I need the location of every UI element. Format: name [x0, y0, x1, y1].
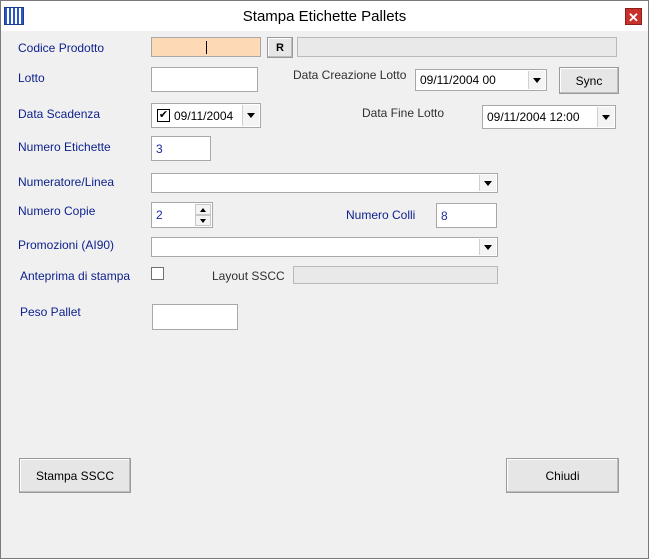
numeratore-linea-label: Numeratore/Linea	[18, 175, 115, 189]
data-fine-lotto-picker[interactable]: 09/11/2004 12:00	[482, 105, 616, 129]
promozioni-select[interactable]	[151, 237, 498, 257]
data-creazione-lotto-label: Data Creazione Lotto	[293, 68, 407, 82]
numero-etichette-label: Numero Etichette	[18, 140, 111, 154]
data-scadenza-dropdown-icon[interactable]	[242, 105, 259, 126]
lotto-input[interactable]	[151, 67, 258, 92]
stampa-etichette-window: Stampa Etichette Pallets ✕ Codice Prodot…	[0, 0, 649, 559]
close-button[interactable]: ✕	[625, 8, 642, 25]
data-creazione-lotto-dropdown-icon[interactable]	[528, 71, 545, 89]
anteprima-di-stampa-label: Anteprima di stampa	[20, 269, 131, 283]
layout-sscc-field	[293, 266, 498, 284]
peso-pallet-label: Peso Pallet	[20, 305, 81, 319]
layout-sscc-label: Layout SSCC	[212, 269, 285, 283]
stampa-sscc-button[interactable]: Stampa SSCC	[19, 458, 131, 493]
codice-prodotto-label: Codice Prodotto	[18, 41, 105, 55]
data-creazione-lotto-picker[interactable]: 09/11/2004 00	[415, 69, 547, 91]
stepper-down-icon[interactable]	[195, 215, 211, 226]
title-bar: Stampa Etichette Pallets ✕	[1, 1, 648, 31]
promozioni-label: Promozioni (AI90)	[18, 238, 115, 252]
promozioni-dropdown-icon[interactable]	[479, 239, 496, 255]
stepper-up-icon[interactable]	[195, 204, 211, 215]
numero-copie-label: Numero Copie	[18, 204, 96, 218]
data-scadenza-label: Data Scadenza	[18, 107, 101, 121]
lotto-label: Lotto	[18, 71, 45, 85]
numero-copie-stepper[interactable]: 2	[151, 202, 213, 228]
numeratore-linea-select[interactable]	[151, 173, 498, 193]
numeratore-linea-dropdown-icon[interactable]	[479, 175, 496, 191]
text-cursor	[206, 41, 207, 54]
numero-colli-input[interactable]: 8	[436, 203, 497, 228]
numero-etichette-input[interactable]: 3	[151, 136, 211, 161]
data-fine-lotto-dropdown-icon[interactable]	[597, 107, 614, 127]
codice-prodotto-description-field	[297, 37, 617, 57]
chiudi-button[interactable]: Chiudi	[506, 458, 619, 493]
data-scadenza-picker[interactable]: ✔ 09/11/2004	[151, 103, 261, 128]
sync-button[interactable]: Sync	[559, 67, 619, 94]
window-title: Stampa Etichette Pallets	[242, 8, 407, 25]
codice-prodotto-lookup-button[interactable]: R	[267, 37, 293, 58]
codice-prodotto-input[interactable]	[151, 37, 261, 57]
numero-colli-label: Numero Colli	[346, 208, 416, 222]
anteprima-di-stampa-checkbox[interactable]	[151, 267, 164, 280]
peso-pallet-input[interactable]	[152, 304, 238, 330]
data-scadenza-checkbox[interactable]: ✔	[157, 109, 170, 122]
data-fine-lotto-label: Data Fine Lotto	[362, 106, 445, 120]
